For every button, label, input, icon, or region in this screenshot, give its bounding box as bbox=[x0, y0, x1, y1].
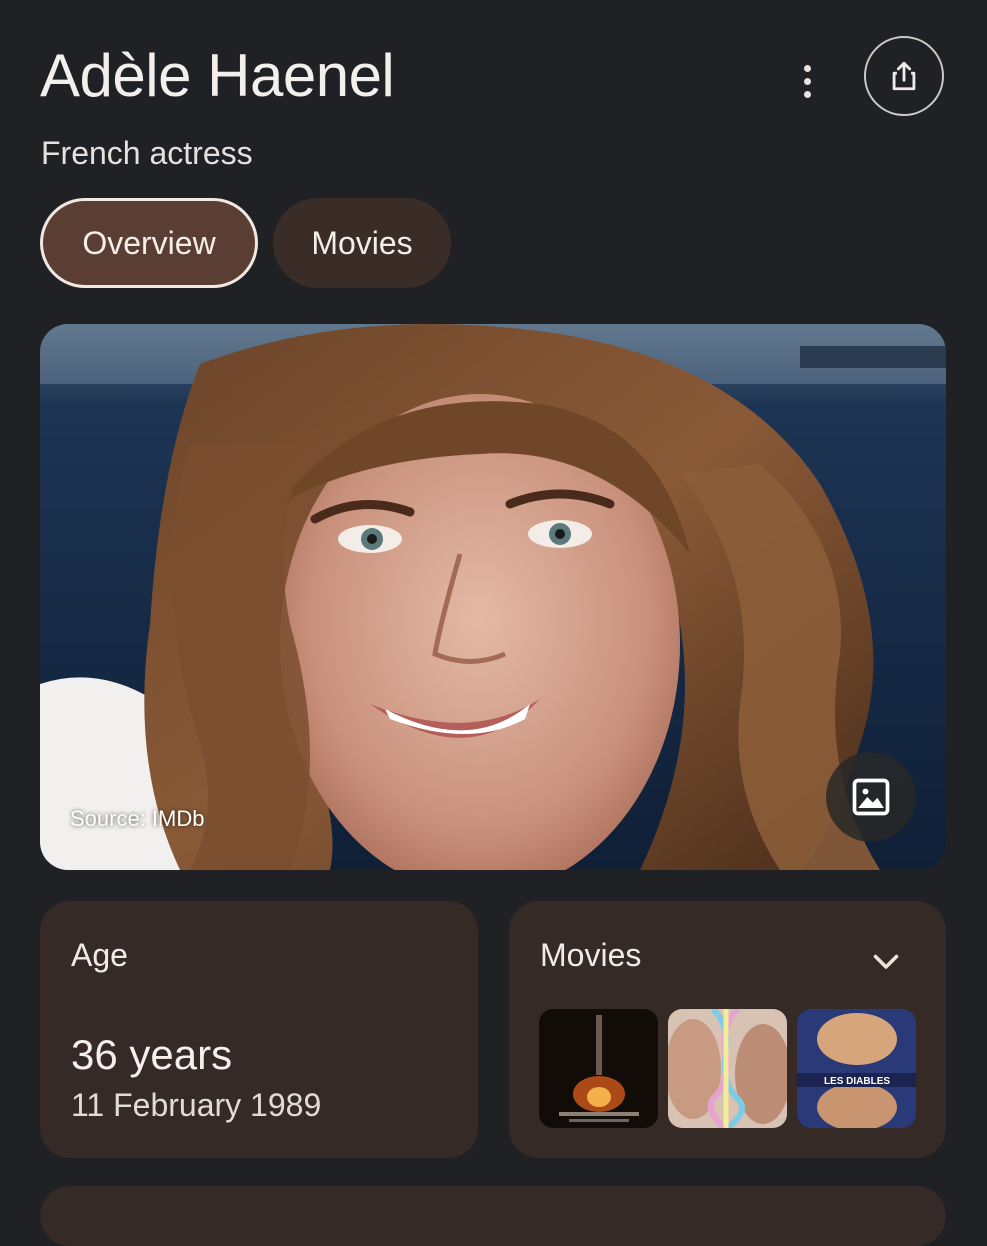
portrait-illustration bbox=[40, 324, 946, 870]
movie-poster[interactable]: LES DIABLES bbox=[797, 1009, 916, 1128]
movie-poster[interactable] bbox=[668, 1009, 787, 1128]
chevron-down-icon[interactable] bbox=[868, 943, 904, 979]
view-images-button[interactable] bbox=[826, 752, 916, 842]
age-value: 36 years bbox=[71, 1031, 233, 1078]
movie-poster[interactable] bbox=[539, 1009, 658, 1128]
next-info-card[interactable] bbox=[40, 1186, 946, 1246]
image-icon bbox=[852, 778, 890, 816]
page-title: Adèle Haenel bbox=[40, 42, 395, 109]
movies-card[interactable]: Movies LES DIABLES bbox=[509, 901, 946, 1158]
tab-movies[interactable]: Movies bbox=[273, 198, 451, 288]
more-options-button[interactable] bbox=[786, 60, 828, 102]
page-subtitle: French actress bbox=[41, 135, 253, 171]
image-source-label: Source: IMDb bbox=[70, 806, 205, 831]
share-button[interactable] bbox=[864, 36, 944, 116]
tab-overview[interactable]: Overview bbox=[40, 198, 258, 288]
movie-poster-image bbox=[539, 1009, 658, 1128]
more-vert-icon-dot bbox=[803, 77, 811, 85]
movie-poster-image bbox=[668, 1009, 787, 1128]
birth-date: 11 February 1989 bbox=[71, 1087, 322, 1123]
age-label: Age bbox=[71, 937, 128, 973]
movies-label: Movies bbox=[540, 937, 642, 973]
more-vert-icon-dot bbox=[803, 64, 811, 72]
profile-photo[interactable]: Source: IMDb bbox=[40, 324, 946, 870]
share-icon bbox=[892, 61, 916, 91]
movie-poster-title: LES DIABLES bbox=[824, 1076, 890, 1087]
more-vert-icon-dot bbox=[803, 90, 811, 98]
age-card[interactable]: Age 36 years 11 February 1989 bbox=[40, 901, 478, 1158]
movie-poster-image: LES DIABLES bbox=[797, 1009, 916, 1128]
